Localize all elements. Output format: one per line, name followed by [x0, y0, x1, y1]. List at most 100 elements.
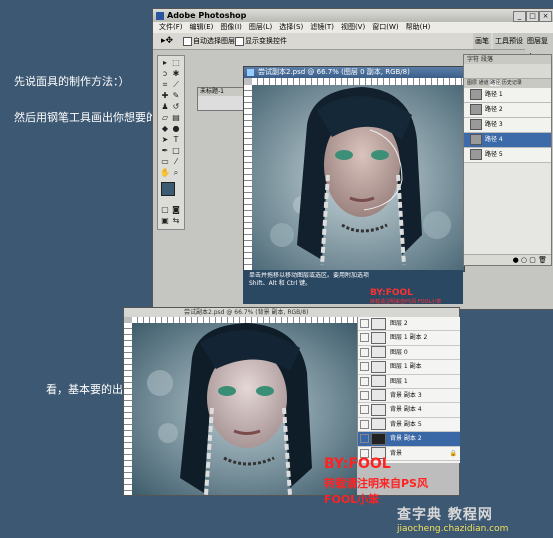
visibility-toggle[interactable] [360, 347, 369, 357]
layer-row-selected[interactable]: 背景 副本 2 [358, 432, 460, 447]
path-thumbnail [470, 89, 482, 100]
menu-view[interactable]: 视图(V) [341, 23, 365, 31]
layer-name: 背景 副本 5 [390, 420, 422, 428]
gradient-tool-icon[interactable]: ▤ [171, 113, 181, 123]
visibility-toggle[interactable] [360, 419, 369, 429]
foreground-color-swatch[interactable] [161, 182, 175, 196]
slice-tool-icon[interactable]: ⟋ [171, 80, 181, 90]
stroke-path-icon[interactable]: ○ [521, 256, 527, 264]
magic-wand-icon[interactable]: ✱ [171, 69, 181, 79]
path-name: 路径 2 [485, 106, 503, 113]
menu-edit[interactable]: 编辑(E) [190, 23, 214, 31]
palette-tabs-top: 字符 段落 [464, 55, 551, 64]
result-window: 尝试副本2.psd @ 66.7% (背景 副本, RGB/8) 图层 2 图层… [123, 307, 460, 506]
visibility-toggle[interactable] [360, 434, 369, 444]
path-row[interactable]: 路径 5 [464, 148, 551, 163]
visibility-toggle[interactable] [360, 376, 369, 386]
layer-thumbnail [371, 403, 386, 416]
untitled-document[interactable]: 未标题-1 [197, 87, 245, 111]
maximize-button[interactable]: □ [526, 11, 539, 22]
close-button[interactable]: × [539, 11, 552, 22]
zoom-tool-icon[interactable]: ⌕ [171, 168, 181, 178]
layer-row[interactable]: 背景 副本 5 [358, 417, 460, 433]
show-bounds-checkbox[interactable] [235, 37, 244, 46]
marquee-tool-icon[interactable]: ⬚ [171, 58, 181, 68]
move-tool-icon[interactable]: ▸✥ [161, 33, 173, 49]
show-bounds-label: 显示变换控件 [245, 37, 287, 45]
layer-row[interactable]: 背景 副本 3 [358, 388, 460, 404]
minimize-button[interactable]: _ [513, 11, 526, 22]
stamp-tool-icon[interactable]: ♟ [160, 102, 170, 112]
document-window: 尝试副本2.psd @ 66.7% (图层 0 副本, RGB/8) [243, 66, 465, 272]
lasso-tool-icon[interactable]: ↄ [160, 69, 170, 79]
layer-thumbnail [371, 375, 386, 388]
visibility-toggle[interactable] [360, 390, 369, 400]
screen-mode-icon[interactable]: ▣ [160, 216, 170, 226]
notes-tool-icon[interactable]: ▭ [160, 157, 170, 167]
menu-select[interactable]: 选择(S) [279, 23, 303, 31]
tab-history[interactable]: 历史记录 [502, 80, 522, 86]
path-row-selected[interactable]: 路径 4 [464, 133, 551, 148]
layer-name: 背景 [390, 449, 403, 457]
layer-row[interactable]: 背景 副本 4 [358, 403, 460, 418]
tab-tool-presets[interactable]: 工具预设 [493, 33, 525, 49]
tab-brushes[interactable]: 画笔 [473, 33, 491, 49]
standard-mode-icon[interactable]: ▢ [160, 205, 170, 215]
menu-help[interactable]: 帮助(H) [406, 23, 431, 31]
layer-row[interactable]: 图层 1 [358, 374, 460, 389]
pen-tool-icon[interactable]: ✒ [160, 146, 170, 156]
layer-row[interactable]: 图层 0 [358, 345, 460, 361]
history-brush-icon[interactable]: ↺ [171, 102, 181, 112]
caption-1: 先说面具的制作方法：） [14, 75, 130, 88]
palette-spacer [464, 64, 551, 79]
path-thumbnail [470, 149, 482, 160]
fill-path-icon[interactable]: ● [513, 256, 519, 264]
tab-layers[interactable]: 图层 [467, 80, 477, 86]
tab-channels[interactable]: 通道 [479, 80, 489, 86]
shape-tool-icon[interactable]: □ [171, 146, 181, 156]
visibility-toggle[interactable] [360, 405, 369, 415]
path-row[interactable]: 路径 2 [464, 103, 551, 118]
menu-image[interactable]: 图像(I) [220, 23, 242, 31]
dodge-tool-icon[interactable]: ● [171, 124, 181, 134]
visibility-toggle[interactable] [360, 319, 369, 328]
move-tool-icon[interactable]: ▸ [160, 58, 170, 68]
jump-to-imageready-icon[interactable]: ⇆ [171, 216, 181, 226]
horizontal-ruler[interactable] [252, 78, 464, 85]
blur-tool-icon[interactable]: ◆ [160, 124, 170, 134]
options-bar: ▸✥ 自动选择图层 显示变换控件 画笔 工具预设 图层复合 [153, 33, 553, 65]
tab-character[interactable]: 字符 [467, 56, 479, 63]
auto-select-checkbox[interactable] [183, 37, 192, 46]
layer-thumbnail [371, 418, 386, 431]
app-icon [156, 12, 164, 20]
crop-tool-icon[interactable]: ⌗ [160, 80, 170, 90]
path-select-icon[interactable]: ➤ [160, 135, 170, 145]
brush-tool-icon[interactable]: ✎ [171, 91, 181, 101]
path-row[interactable]: 路径 1 [464, 88, 551, 103]
layer-row[interactable]: 图层 1 副本 [358, 360, 460, 375]
layer-row[interactable]: 图层 1 副本 2 [358, 331, 460, 346]
vertical-ruler[interactable] [244, 85, 252, 271]
healing-brush-icon[interactable]: ✚ [160, 91, 170, 101]
canvas-image[interactable] [252, 85, 464, 271]
eraser-tool-icon[interactable]: ▱ [160, 113, 170, 123]
layer-name: 背景 副本 3 [390, 391, 422, 399]
visibility-toggle[interactable] [360, 362, 369, 372]
quickmask-mode-icon[interactable]: ◙ [171, 205, 181, 215]
menu-layer[interactable]: 图层(L) [249, 23, 272, 31]
layers-palette: 图层 2 图层 1 副本 2 图层 0 图层 1 副本 图层 1 背景 副本 3… [357, 317, 460, 463]
menu-file[interactable]: 文件(F) [159, 23, 183, 31]
new-path-icon[interactable]: ▢ [529, 256, 536, 264]
eyedropper-icon[interactable]: ⁄ [171, 157, 181, 167]
menu-window[interactable]: 窗口(W) [372, 23, 398, 31]
layer-row[interactable]: 图层 2 [358, 317, 460, 332]
tab-paths[interactable]: 路径 [490, 80, 501, 86]
menu-filter[interactable]: 滤镜(T) [310, 23, 334, 31]
path-row[interactable]: 路径 3 [464, 118, 551, 133]
tab-paragraph[interactable]: 段落 [481, 56, 493, 63]
hand-tool-icon[interactable]: ✋ [160, 168, 170, 178]
delete-path-icon[interactable]: 🗑 [538, 256, 547, 264]
type-tool-icon[interactable]: T [171, 135, 181, 145]
result-vertical-ruler [124, 323, 132, 495]
visibility-toggle[interactable] [360, 333, 369, 343]
